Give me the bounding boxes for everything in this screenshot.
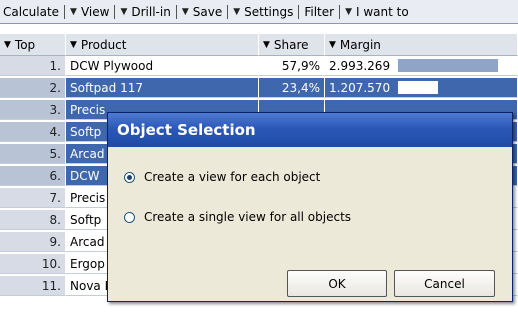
rank-cell: 9.: [0, 232, 66, 252]
triangle-down-icon: ▼: [70, 39, 77, 50]
triangle-down-icon: ▼: [345, 6, 352, 17]
toolbar: Calculate ▼ View ▼ Drill-in ▼ Save ▼ Settings Fil…: [0, 0, 518, 24]
product-cell: Softpad 117: [66, 78, 259, 98]
triangle-down-icon: ▼: [4, 39, 11, 50]
margin-cell: 1.207.570: [325, 78, 518, 98]
product-cell: DCW Plywood: [66, 56, 259, 76]
toolbar-item-label: I want to: [356, 4, 409, 19]
margin-bar: [398, 81, 439, 94]
toolbar-separator: [114, 4, 116, 19]
column-header-label: Share: [273, 37, 309, 52]
toolbar-separator: [227, 4, 229, 19]
triangle-down-icon: ▼: [70, 6, 77, 17]
option-view-per-object[interactable]: Create a view for each object: [124, 170, 320, 184]
rank-cell: 8.: [0, 210, 66, 230]
toolbar-item-label: Settings: [244, 4, 294, 19]
cancel-button-label: Cancel: [424, 276, 465, 291]
toolbar-item-label: View: [80, 4, 110, 19]
grid-header: ▼ Top ▼ Product ▼ Share ▼ Margin: [0, 34, 518, 56]
margin-value: 1.207.570: [329, 80, 391, 95]
margin-value: 2.993.269: [329, 58, 391, 73]
rank-cell: 2.: [0, 78, 66, 98]
rank-cell: 7.: [0, 188, 66, 208]
triangle-down-icon: ▼: [329, 39, 336, 50]
ok-button[interactable]: OK: [287, 270, 387, 297]
table-row[interactable]: 2. Softpad 117 23,4% 1.207.570: [0, 78, 518, 98]
rank-cell: 1.: [0, 56, 66, 76]
dialog-title: Object Selection: [117, 121, 256, 139]
toolbar-item-calculate[interactable]: Calculate: [0, 0, 62, 23]
triangle-down-icon: ▼: [263, 39, 270, 50]
rank-cell: 11.: [0, 276, 66, 296]
toolbar-item-view[interactable]: ▼ View: [67, 0, 112, 23]
column-header-label: Top: [14, 37, 36, 52]
toolbar-item-settings[interactable]: ▼ Settings: [230, 0, 296, 23]
column-header-label: Margin: [339, 37, 381, 52]
option-single-view[interactable]: Create a single view for all objects: [124, 210, 351, 224]
toolbar-item-i-want-to[interactable]: ▼ I want to: [342, 0, 412, 23]
toolbar-item-label: Save: [192, 4, 223, 19]
toolbar-separator: [298, 4, 300, 19]
triangle-down-icon: ▼: [233, 6, 241, 17]
toolbar-separator: [175, 4, 177, 19]
table-row[interactable]: 1. DCW Plywood 57,9% 2.993.269: [0, 56, 518, 76]
toolbar-separator: [339, 4, 341, 19]
rank-cell: 3.: [0, 100, 66, 120]
toolbar-item-label: Drill-in: [131, 4, 171, 19]
toolbar-item-save[interactable]: ▼ Save: [179, 0, 225, 23]
share-cell: 23,4%: [259, 78, 325, 98]
ok-button-label: OK: [328, 276, 346, 291]
option-label: Create a single view for all objects: [144, 210, 352, 224]
rank-cell: 6.: [0, 166, 66, 186]
rank-cell: 10.: [0, 254, 66, 274]
toolbar-item-label: Calculate: [3, 4, 60, 19]
radio-button[interactable]: [124, 211, 135, 223]
margin-bar: [398, 59, 499, 72]
toolbar-item-drill-in[interactable]: ▼ Drill-in: [117, 0, 173, 23]
rank-cell: 4.: [0, 122, 66, 142]
column-header-share[interactable]: ▼ Share: [259, 34, 325, 56]
toolbar-item-filter[interactable]: Filter: [301, 0, 337, 23]
column-header-product[interactable]: ▼ Product: [66, 34, 259, 56]
triangle-down-icon: ▼: [120, 6, 128, 17]
cancel-button[interactable]: Cancel: [394, 270, 495, 297]
column-header-top[interactable]: ▼ Top: [0, 34, 66, 56]
object-selection-dialog: Object Selection Create a view for each …: [107, 112, 513, 302]
column-header-label: Product: [80, 37, 127, 52]
toolbar-separator: [64, 4, 66, 19]
option-label: Create a view for each object: [144, 170, 321, 184]
radio-button[interactable]: [124, 171, 135, 183]
rank-cell: 5.: [0, 144, 66, 164]
toolbar-item-label: Filter: [304, 4, 335, 19]
margin-cell: 2.993.269: [325, 56, 518, 76]
triangle-down-icon: ▼: [181, 6, 189, 17]
share-cell: 57,9%: [259, 56, 325, 76]
column-header-margin[interactable]: ▼ Margin: [325, 34, 518, 56]
dialog-title-bar[interactable]: Object Selection: [108, 113, 512, 147]
